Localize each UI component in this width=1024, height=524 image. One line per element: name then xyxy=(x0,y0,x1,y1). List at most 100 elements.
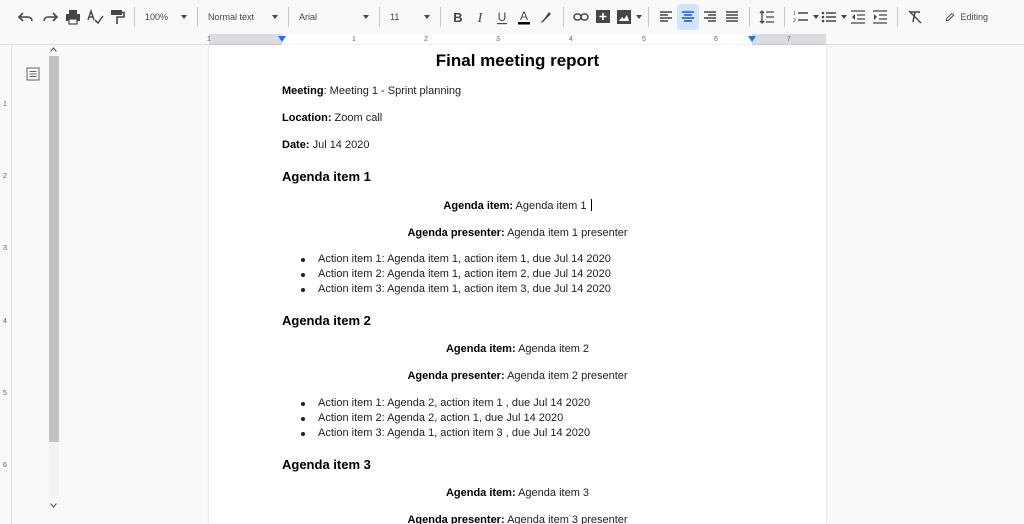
toolbar-divider xyxy=(197,7,198,27)
clear-formatting-button[interactable] xyxy=(904,4,926,30)
insert-image-button[interactable] xyxy=(614,4,642,30)
vruler-number: 6 xyxy=(3,462,7,469)
text-color-button[interactable]: A xyxy=(513,4,535,30)
toolbar-divider xyxy=(440,7,441,27)
date-line[interactable]: Date: Jul 14 2020 xyxy=(282,139,369,151)
underline-button[interactable]: U xyxy=(491,4,513,30)
action-item[interactable]: Action item 2: Agenda 2, action 1, due J… xyxy=(318,412,563,424)
agenda-item-line[interactable]: Agenda item: Agenda item 3 xyxy=(209,487,826,499)
meeting-line[interactable]: Meeting: Meeting 1 - Sprint planning xyxy=(282,85,461,97)
align-right-icon xyxy=(704,11,716,22)
justify-button[interactable] xyxy=(721,4,743,30)
agenda-presenter-line[interactable]: Agenda presenter: Agenda item 3 presente… xyxy=(209,514,826,524)
action-item[interactable]: Action item 1: Agenda 2, action item 1 ,… xyxy=(318,397,590,409)
line-spacing-button[interactable] xyxy=(756,4,778,30)
action-item[interactable]: Action item 2: Agenda item 1, action ite… xyxy=(318,268,611,280)
add-comment-icon xyxy=(596,10,610,23)
italic-button[interactable]: I xyxy=(469,4,491,30)
editing-mode-label: Editing xyxy=(960,12,988,22)
font-value: Arial xyxy=(299,12,318,22)
left-indent-marker[interactable] xyxy=(278,36,286,42)
insert-comment-button[interactable] xyxy=(592,4,614,30)
bold-icon: B xyxy=(453,10,462,25)
action-item[interactable]: Action item 3: Agenda item 1, action ite… xyxy=(318,283,611,295)
agenda-item-value: Agenda item 2 xyxy=(515,343,590,355)
meeting-value: : Meeting 1 - Sprint planning xyxy=(323,85,462,97)
align-right-button[interactable] xyxy=(699,4,721,30)
horizontal-ruler[interactable]: 1 1 2 3 4 5 6 7 xyxy=(0,34,1024,45)
numbered-list-button[interactable]: 12 xyxy=(791,4,819,30)
font-select[interactable]: Arial xyxy=(295,4,373,30)
scroll-down-button[interactable] xyxy=(48,500,59,511)
agenda-item-label: Agenda item: xyxy=(445,487,516,499)
scroll-up-button[interactable] xyxy=(48,44,59,55)
bullet-icon xyxy=(301,288,305,292)
bulleted-list-icon xyxy=(821,11,836,23)
svg-text:1: 1 xyxy=(793,11,796,17)
align-left-icon xyxy=(660,11,672,22)
paint-format-icon xyxy=(111,10,125,24)
date-label: Date: xyxy=(282,139,310,151)
section-heading[interactable]: Agenda item 3 xyxy=(282,457,371,472)
agenda-presenter-value: Agenda item 3 presenter xyxy=(504,514,628,524)
svg-text:I: I xyxy=(477,11,484,26)
highlight-button[interactable] xyxy=(535,4,557,30)
agenda-presenter-line[interactable]: Agenda presenter: Agenda item 1 presente… xyxy=(209,227,826,239)
decrease-indent-button[interactable] xyxy=(847,4,869,30)
agenda-item-value: Agenda item 3 xyxy=(515,487,590,499)
chevron-down-icon xyxy=(636,15,642,19)
undo-icon xyxy=(17,12,33,22)
highlighter-icon xyxy=(541,12,551,23)
bold-button[interactable]: B xyxy=(447,4,469,30)
editing-mode-button[interactable]: Editing xyxy=(944,4,988,30)
paint-format-button[interactable] xyxy=(106,4,128,30)
undo-button[interactable] xyxy=(14,4,38,30)
agenda-item-line[interactable]: Agenda item: Agenda item 1 xyxy=(209,199,826,212)
section-heading[interactable]: Agenda item 1 xyxy=(282,169,371,184)
ruler-number: 3 xyxy=(496,36,500,43)
toolbar-divider xyxy=(288,7,289,27)
location-label: Location: xyxy=(282,112,332,124)
bulleted-list-button[interactable] xyxy=(819,4,847,30)
toolbar-divider xyxy=(134,7,135,27)
toolbar-divider xyxy=(784,7,785,27)
agenda-item-line[interactable]: Agenda item: Agenda item 2 xyxy=(209,343,826,355)
vruler-number: 2 xyxy=(3,173,7,180)
line-spacing-icon xyxy=(759,10,774,24)
agenda-presenter-label: Agenda presenter: xyxy=(407,514,505,524)
document-page[interactable]: Final meeting report Meeting: Meeting 1 … xyxy=(209,45,826,524)
spellcheck-button[interactable] xyxy=(84,4,106,30)
align-center-button[interactable] xyxy=(677,4,699,30)
redo-button[interactable] xyxy=(38,4,62,30)
style-select[interactable]: Normal text xyxy=(204,4,282,30)
action-item[interactable]: Action item 3: Agenda 1, action item 3 ,… xyxy=(318,427,590,439)
numbered-list-icon: 12 xyxy=(793,11,808,24)
print-button[interactable] xyxy=(62,4,84,30)
toolbar-divider xyxy=(749,7,750,27)
toolbar-divider xyxy=(897,7,898,27)
bullet-icon xyxy=(301,432,305,436)
zoom-value: 100% xyxy=(145,12,169,22)
increase-indent-button[interactable] xyxy=(869,4,891,30)
bullet-icon xyxy=(301,402,305,406)
insert-link-button[interactable] xyxy=(570,4,592,30)
document-title[interactable]: Final meeting report xyxy=(209,51,826,71)
bullet-icon xyxy=(301,273,305,277)
section-heading[interactable]: Agenda item 2 xyxy=(282,313,371,328)
align-center-icon xyxy=(682,11,694,22)
document-outline-icon[interactable] xyxy=(26,67,40,81)
align-left-button[interactable] xyxy=(655,4,677,30)
agenda-presenter-line[interactable]: Agenda presenter: Agenda item 2 presente… xyxy=(209,370,826,382)
bullet-icon xyxy=(301,258,305,262)
text-cursor xyxy=(590,199,592,211)
image-icon xyxy=(617,10,631,24)
scrollbar-thumb[interactable] xyxy=(49,56,59,442)
underline-icon: U xyxy=(497,10,507,25)
toolbar-divider xyxy=(563,7,564,27)
font-size-select[interactable]: 11 xyxy=(386,4,434,30)
toolbar-divider xyxy=(648,7,649,27)
zoom-select[interactable]: 100% xyxy=(141,4,191,30)
right-indent-marker[interactable] xyxy=(748,36,756,42)
location-line[interactable]: Location: Zoom call xyxy=(282,112,382,124)
action-item[interactable]: Action item 1: Agenda item 1, action ite… xyxy=(318,253,611,265)
